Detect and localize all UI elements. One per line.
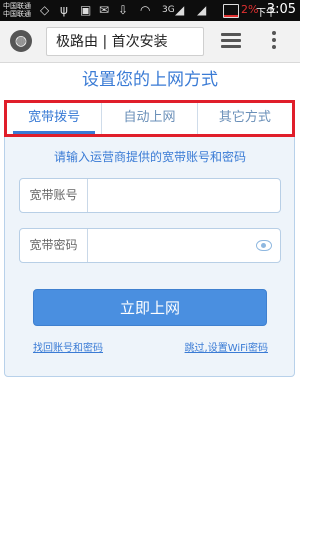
carrier-bottom: 中国联通	[3, 10, 31, 18]
battery-icon	[223, 4, 239, 18]
notification-icon: ▣	[80, 3, 92, 17]
password-input[interactable]	[90, 231, 259, 262]
tab-other[interactable]: 其它方式	[198, 103, 292, 134]
globe-icon[interactable]: ◍	[10, 30, 32, 52]
password-field: 宽带密码	[19, 228, 281, 263]
password-label: 宽带密码	[20, 229, 88, 262]
connect-button[interactable]: 立即上网	[33, 289, 267, 326]
signal-icon-2: ◢	[197, 3, 207, 17]
tab-pppoe[interactable]: 宽带拨号	[7, 103, 103, 134]
mail-icon: ✉	[99, 3, 110, 17]
tabs-switcher-icon[interactable]	[221, 33, 241, 49]
tab-dhcp[interactable]: 自动上网	[102, 103, 198, 134]
account-input[interactable]	[90, 181, 259, 212]
signal-icon-1: ◢	[175, 3, 185, 17]
show-password-icon[interactable]	[256, 240, 272, 251]
status-bar: 中国联通 中国联通 ◇ ψ ▣ ✉ ⇩ ◠ 3G ◢ ◢ 2% 下午 3:05	[0, 0, 300, 21]
instruction-text: 请输入运营商提供的宽带账号和密码	[53, 150, 246, 164]
account-field: 宽带账号	[19, 178, 281, 213]
shield-icon: ◇	[40, 3, 50, 17]
network-type-label: 3G	[162, 5, 175, 15]
overflow-menu-icon[interactable]	[270, 31, 278, 53]
usb-icon: ψ	[60, 3, 68, 17]
browser-toolbar: ◍ 极路由 | 首次安装	[0, 21, 300, 63]
connection-type-tabs: 宽带拨号 自动上网 其它方式	[4, 100, 295, 137]
carrier-labels: 中国联通 中国联通	[3, 2, 31, 18]
page-title: 设置您的上网方式	[82, 70, 218, 90]
wifi-icon: ◠	[140, 3, 151, 17]
carrier-top: 中国联通	[3, 2, 31, 10]
clock-time: 3:05	[266, 2, 296, 17]
address-bar[interactable]: 极路由 | 首次安装	[46, 27, 204, 56]
account-label: 宽带账号	[20, 179, 88, 212]
recover-account-link[interactable]: 找回账号和密码	[33, 342, 103, 355]
download-icon: ⇩	[118, 3, 129, 17]
skip-to-wifi-link[interactable]: 跳过,设置WiFi密码	[185, 342, 268, 355]
